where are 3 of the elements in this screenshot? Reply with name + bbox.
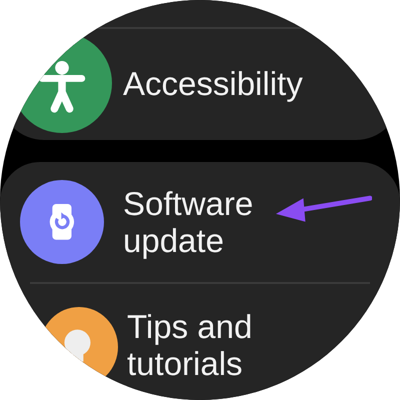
menu-item-label[interactable]: Software update [123,185,353,259]
menu-item-label[interactable]: Tips and tutorials [127,308,357,382]
menu-item-label[interactable]: Accessibility [123,65,353,102]
